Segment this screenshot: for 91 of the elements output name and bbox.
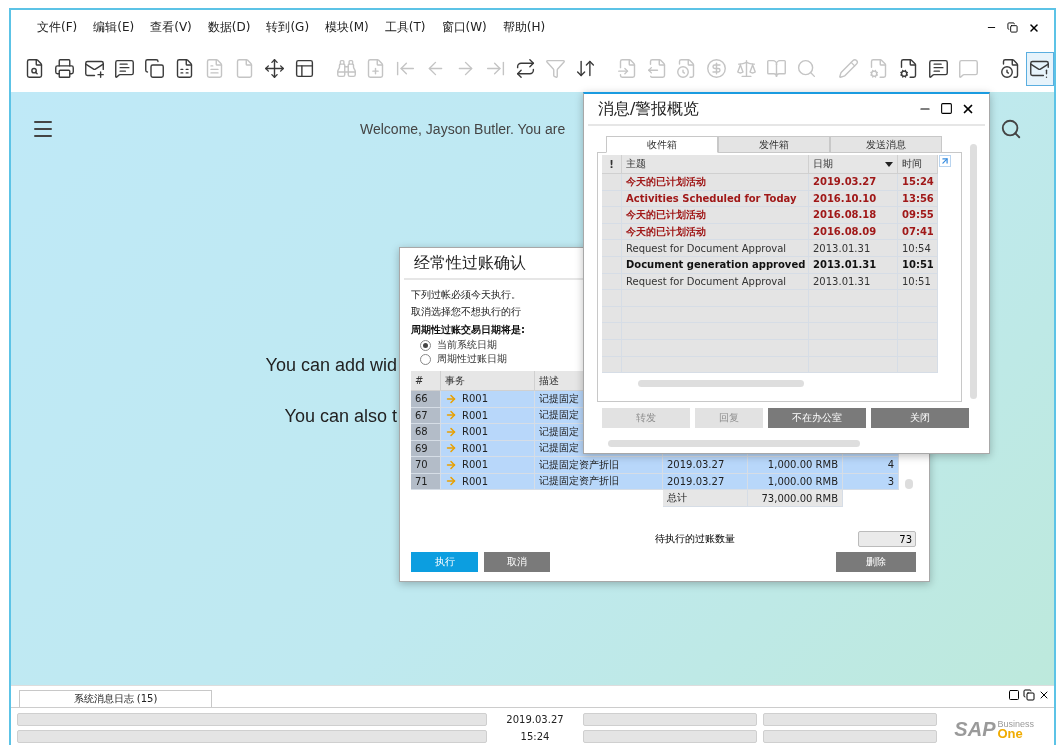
row-number: 66 bbox=[411, 391, 441, 408]
close-icon[interactable] bbox=[1028, 21, 1040, 34]
transaction-cell[interactable]: R001 bbox=[441, 391, 535, 408]
message-time: 10:54 bbox=[898, 240, 938, 257]
window-button[interactable]: 关闭 bbox=[871, 408, 969, 428]
dialog-button[interactable]: 取消 bbox=[484, 552, 550, 572]
menu-item[interactable]: 模块(M) bbox=[317, 19, 377, 36]
radio-label: 当前系统日期 bbox=[437, 338, 497, 352]
message-subject[interactable]: 今天的已计划活动 bbox=[622, 207, 809, 224]
count-cell: 4 bbox=[843, 457, 899, 474]
tab[interactable]: 收件箱 bbox=[606, 136, 718, 153]
link-arrow-icon[interactable] bbox=[445, 475, 457, 488]
table-cell bbox=[602, 207, 622, 224]
status-date: 2019.03.27 bbox=[505, 714, 565, 725]
table-cell bbox=[898, 290, 938, 307]
horizontal-scrollbar[interactable] bbox=[638, 380, 804, 388]
instruction-text: 下列过帐必须今天执行。 bbox=[411, 288, 521, 302]
tab[interactable]: 系统消息日志 (15) bbox=[19, 690, 212, 707]
menu-item[interactable]: 转到(G) bbox=[258, 19, 318, 36]
restore-icon[interactable] bbox=[1023, 689, 1035, 701]
column-header[interactable]: # bbox=[411, 371, 441, 391]
link-arrow-icon[interactable] bbox=[445, 425, 457, 438]
pending-count-label: 待执行的过账数量 bbox=[655, 532, 735, 546]
menu-item[interactable]: 查看(V) bbox=[142, 19, 200, 36]
message-date: 2016.08.18 bbox=[809, 207, 898, 224]
transaction-cell[interactable]: R001 bbox=[441, 424, 535, 441]
transaction-cell[interactable]: R001 bbox=[441, 457, 535, 474]
instruction-text: 取消选择您不想执行的行 bbox=[411, 305, 521, 319]
column-header[interactable]: ! bbox=[602, 155, 622, 174]
maximize-icon[interactable] bbox=[940, 102, 953, 115]
expand-arrow-icon[interactable] bbox=[939, 155, 951, 167]
table-cell bbox=[602, 240, 622, 257]
logo-text: One bbox=[997, 729, 1023, 739]
link-arrow-icon[interactable] bbox=[445, 409, 457, 422]
info-text: You can add wid bbox=[265, 355, 397, 376]
message-date: 2019.03.27 bbox=[809, 174, 898, 191]
description-cell: 记提固定资产折旧 bbox=[535, 457, 663, 474]
mail-alert-icon[interactable] bbox=[1026, 51, 1054, 86]
menu-item[interactable]: 编辑(E) bbox=[85, 19, 143, 36]
horizontal-scrollbar[interactable] bbox=[608, 440, 860, 447]
column-header[interactable]: 主题 bbox=[622, 155, 809, 174]
date-prompt: 周期性过账交易日期将是: bbox=[411, 323, 525, 337]
menu-item[interactable]: 帮助(H) bbox=[494, 19, 554, 36]
search-icon[interactable] bbox=[1000, 118, 1022, 140]
close-icon[interactable] bbox=[961, 102, 975, 116]
link-arrow-icon[interactable] bbox=[445, 442, 457, 455]
tab[interactable]: 发送消息 bbox=[830, 136, 942, 153]
dialog-button[interactable]: 删除 bbox=[836, 552, 916, 572]
amount-cell: 1,000.00 RMB bbox=[748, 457, 843, 474]
row-number: 68 bbox=[411, 424, 441, 441]
window-title: 消息/警报概览 bbox=[598, 98, 700, 120]
message-time: 09:55 bbox=[898, 207, 938, 224]
window-icon[interactable] bbox=[1008, 689, 1020, 701]
table-cell bbox=[898, 323, 938, 340]
table-cell bbox=[602, 174, 622, 191]
sort-descending-icon bbox=[885, 161, 893, 167]
menu-item[interactable]: 数据(D) bbox=[199, 19, 259, 36]
dialog-title: 经常性过账确认 bbox=[414, 252, 526, 274]
message-time: 15:24 bbox=[898, 174, 938, 191]
status-time: 15:24 bbox=[519, 731, 551, 742]
radio-button[interactable] bbox=[420, 353, 431, 365]
column-header[interactable]: 时间 bbox=[898, 155, 938, 174]
scroll-thumb[interactable] bbox=[905, 479, 913, 489]
info-text: You can also t bbox=[284, 406, 397, 427]
window-button[interactable]: 不在办公室 bbox=[768, 408, 866, 428]
logo-text: Business bbox=[997, 719, 1034, 729]
total-amount: 73,000.00 RMB bbox=[748, 490, 843, 507]
restore-icon[interactable] bbox=[1007, 22, 1018, 33]
link-arrow-icon[interactable] bbox=[445, 392, 457, 405]
pending-count-field[interactable]: 73 bbox=[858, 531, 916, 547]
column-header[interactable]: 事务 bbox=[441, 371, 535, 391]
column-header[interactable]: 日期 bbox=[809, 155, 898, 174]
close-icon[interactable] bbox=[1038, 689, 1050, 701]
logo-text: SAP bbox=[954, 719, 996, 739]
date-cell: 2019.03.27 bbox=[663, 457, 748, 474]
menu-item[interactable]: 工具(T) bbox=[376, 19, 434, 36]
radio-button[interactable] bbox=[420, 339, 431, 351]
welcome-text: Welcome, Jayson Butler. You are bbox=[360, 121, 566, 137]
message-subject[interactable]: 今天的已计划活动 bbox=[622, 174, 809, 191]
message-subject[interactable]: Request for Document Approval bbox=[622, 240, 809, 257]
message-date: 2013.01.31 bbox=[809, 240, 898, 257]
menu-item[interactable]: 文件(F) bbox=[29, 19, 86, 36]
link-arrow-icon[interactable] bbox=[445, 458, 457, 471]
tab[interactable]: 发件箱 bbox=[718, 136, 830, 153]
vertical-scrollbar[interactable] bbox=[970, 144, 977, 399]
table-cell bbox=[602, 290, 622, 307]
total-label: 总计 bbox=[663, 490, 748, 507]
radio-label: 周期性过账日期 bbox=[437, 352, 507, 366]
table-cell bbox=[602, 323, 622, 340]
row-number: 70 bbox=[411, 457, 441, 474]
menu-item[interactable]: 窗口(W) bbox=[433, 19, 495, 36]
